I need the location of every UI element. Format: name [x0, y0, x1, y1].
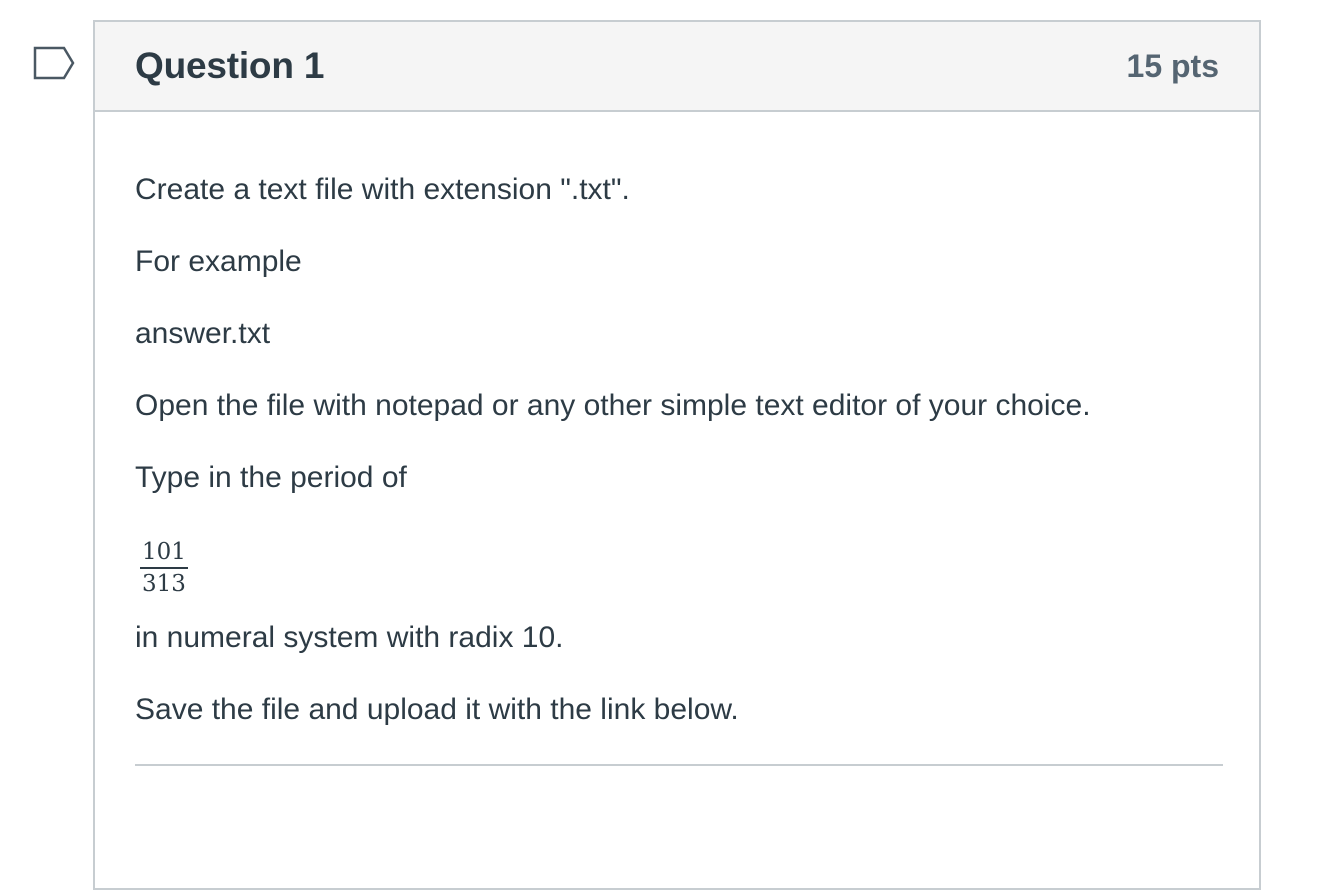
question-header: Question 1 15 pts	[95, 22, 1259, 112]
instruction-open-file: Open the file with notepad or any other …	[135, 389, 1091, 422]
question-card: Question 1 15 pts Create a text file wit…	[93, 20, 1261, 890]
flag-question-button[interactable]	[33, 46, 77, 84]
flag-outline-icon	[33, 46, 75, 80]
instruction-radix: in numeral system with radix 10.	[135, 620, 564, 654]
fraction-expression: 101 313	[140, 539, 188, 598]
fraction-numerator: 101	[140, 539, 188, 570]
question-title: Question 1	[135, 45, 325, 86]
instruction-save-upload: Save the file and upload it with the lin…	[135, 692, 739, 726]
body-divider	[135, 763, 1223, 766]
question-body: Create a text file with extension ".txt"…	[95, 112, 1259, 766]
question-points: 15 pts	[1126, 47, 1219, 84]
instruction-for-example: For example	[135, 245, 302, 278]
example-filename: answer.txt	[135, 317, 271, 350]
instruction-type-period: Type in the period of	[135, 461, 407, 494]
instruction-create-file: Create a text file with extension ".txt"…	[135, 173, 630, 206]
fraction-denominator: 313	[142, 571, 186, 598]
